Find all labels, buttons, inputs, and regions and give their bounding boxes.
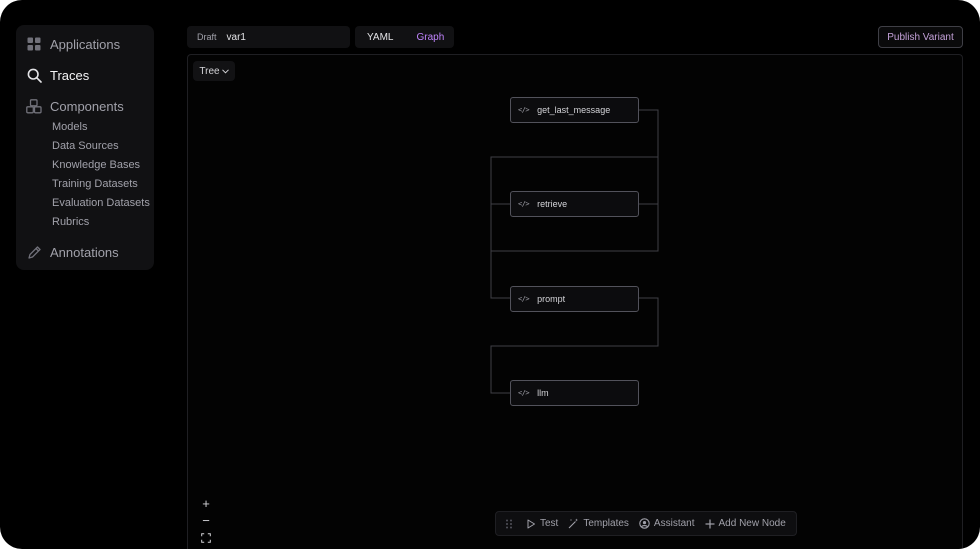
assistant-label: Assistant <box>653 518 695 529</box>
edge-retrieve-prompt <box>490 203 659 299</box>
graph-toolbar: Test Templates Assistant Add New Node <box>495 511 797 536</box>
test-label: Test <box>540 518 559 529</box>
magic-wand-icon <box>568 518 579 529</box>
edge-get-last-message-retrieve <box>490 109 659 205</box>
templates-button[interactable]: Templates <box>568 518 629 529</box>
test-button[interactable]: Test <box>526 518 558 529</box>
assistant-button[interactable]: Assistant <box>639 518 695 529</box>
plus-icon <box>705 519 714 528</box>
graph-node-llm[interactable]: </> llm <box>510 380 639 406</box>
templates-label: Templates <box>583 518 629 529</box>
drag-handle-icon[interactable] <box>505 519 513 529</box>
graph-node-get-last-message[interactable]: </> get_last_message <box>510 97 639 123</box>
play-icon <box>527 519 535 528</box>
node-label: llm <box>537 388 549 398</box>
code-icon: </> <box>518 295 530 303</box>
fit-view-icon <box>201 533 211 543</box>
zoom-in-button[interactable]: + <box>197 495 215 511</box>
code-icon: </> <box>518 106 530 114</box>
assistant-icon <box>639 518 650 529</box>
node-label: retrieve <box>537 199 568 209</box>
edge-prompt-llm <box>490 297 659 394</box>
graph-node-retrieve[interactable]: </> retrieve <box>510 191 639 217</box>
add-new-node-label: Add New Node <box>718 518 786 529</box>
fit-view-button[interactable] <box>197 530 215 546</box>
code-icon: </> <box>518 389 530 397</box>
node-label: get_last_message <box>537 105 611 115</box>
minus-icon: − <box>202 512 210 528</box>
graph-edges <box>490 109 659 394</box>
node-label: prompt <box>537 294 566 304</box>
app-window: Applications Traces Components Models Da… <box>0 0 980 549</box>
code-icon: </> <box>518 200 530 208</box>
plus-icon: + <box>202 495 210 511</box>
zoom-out-button[interactable]: − <box>197 512 215 528</box>
graph-node-prompt[interactable]: </> prompt <box>510 286 639 312</box>
add-new-node-button[interactable]: Add New Node <box>705 518 786 529</box>
